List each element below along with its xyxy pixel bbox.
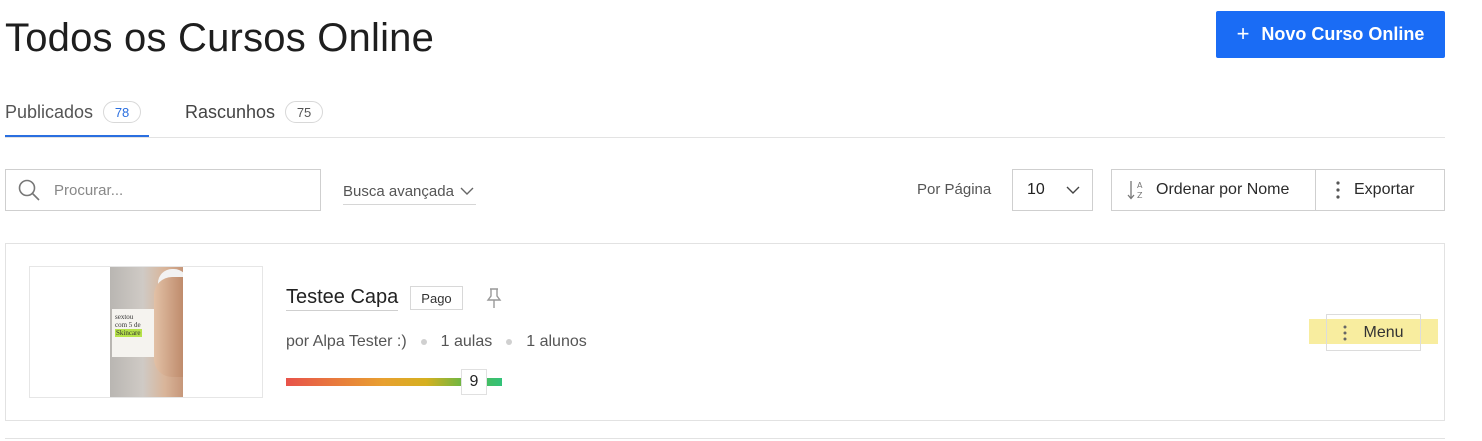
thumbnail-face-shape	[154, 277, 183, 377]
thumbnail-line-2: com 5 de	[115, 321, 141, 329]
thumbnail-text-card: sextou com 5 de Skincare	[112, 309, 154, 357]
tab-published[interactable]: Publicados 78	[5, 88, 149, 137]
search-icon	[18, 179, 40, 201]
per-page-label: Por Página	[917, 181, 992, 198]
tab-bar: Publicados 78 Rascunhos 75	[5, 88, 1445, 138]
sort-label: Ordenar por Nome	[1156, 181, 1290, 198]
course-meta: por Alpa Tester :) 1 aulas 1 alunos	[286, 333, 587, 351]
tab-drafts-count-badge: 75	[285, 101, 324, 123]
chevron-down-icon	[1066, 186, 1080, 194]
course-thumbnail[interactable]: sextou com 5 de Skincare	[29, 266, 263, 398]
thumbnail-highlight: Skincare	[115, 329, 142, 337]
plus-icon: +	[1236, 20, 1250, 46]
search-box[interactable]	[5, 169, 321, 211]
pin-icon[interactable]	[485, 287, 503, 309]
tab-published-count-badge: 78	[103, 101, 142, 123]
course-score-value: 9	[461, 369, 487, 395]
course-title-link[interactable]: Testee Capa	[286, 286, 399, 311]
course-title-row: Testee Capa Pago	[286, 284, 503, 312]
sort-by-name-button[interactable]: A Z Ordenar por Nome	[1112, 170, 1316, 210]
course-students-count: 1 alunos	[526, 333, 587, 350]
new-course-button-label: Novo Curso Online	[1261, 24, 1425, 44]
tab-published-label: Publicados	[5, 101, 94, 122]
export-button[interactable]: Exportar	[1316, 170, 1444, 210]
course-menu-button[interactable]: Menu	[1326, 314, 1421, 351]
vertical-dots-icon	[1336, 181, 1340, 199]
separator-dot	[420, 339, 427, 345]
thumbnail-line-1: sextou	[115, 313, 134, 321]
course-card[interactable]: sextou com 5 de Skincare Testee Capa Pag…	[5, 243, 1445, 421]
next-card-border	[5, 438, 1445, 439]
advanced-search-label: Busca avançada	[343, 182, 454, 200]
course-menu-label: Menu	[1363, 323, 1404, 341]
active-tab-indicator	[5, 135, 149, 137]
sort-alpha-icon: A Z	[1127, 181, 1143, 200]
separator-dot	[506, 339, 513, 345]
advanced-search-toggle[interactable]: Busca avançada	[343, 178, 476, 205]
page-title: Todos os Cursos Online	[5, 16, 435, 60]
svg-text:A: A	[1137, 181, 1143, 190]
paid-badge: Pago	[410, 286, 463, 310]
vertical-dots-icon	[1343, 325, 1347, 340]
course-author: por Alpa Tester :)	[286, 333, 407, 350]
toolbar-button-group: A Z Ordenar por Nome Exportar	[1111, 169, 1445, 211]
course-lessons-count: 1 aulas	[440, 333, 493, 350]
tab-drafts[interactable]: Rascunhos 75	[185, 88, 324, 136]
chevron-down-icon	[460, 187, 474, 195]
search-input[interactable]	[52, 180, 296, 200]
per-page-select[interactable]: 10	[1012, 169, 1093, 211]
svg-text:Z: Z	[1137, 191, 1143, 200]
new-course-button[interactable]: + Novo Curso Online	[1216, 11, 1445, 58]
tab-drafts-label: Rascunhos	[185, 101, 276, 122]
export-label: Exportar	[1354, 181, 1415, 198]
per-page-value: 10	[1027, 181, 1045, 198]
course-cover-image: sextou com 5 de Skincare	[110, 267, 183, 397]
